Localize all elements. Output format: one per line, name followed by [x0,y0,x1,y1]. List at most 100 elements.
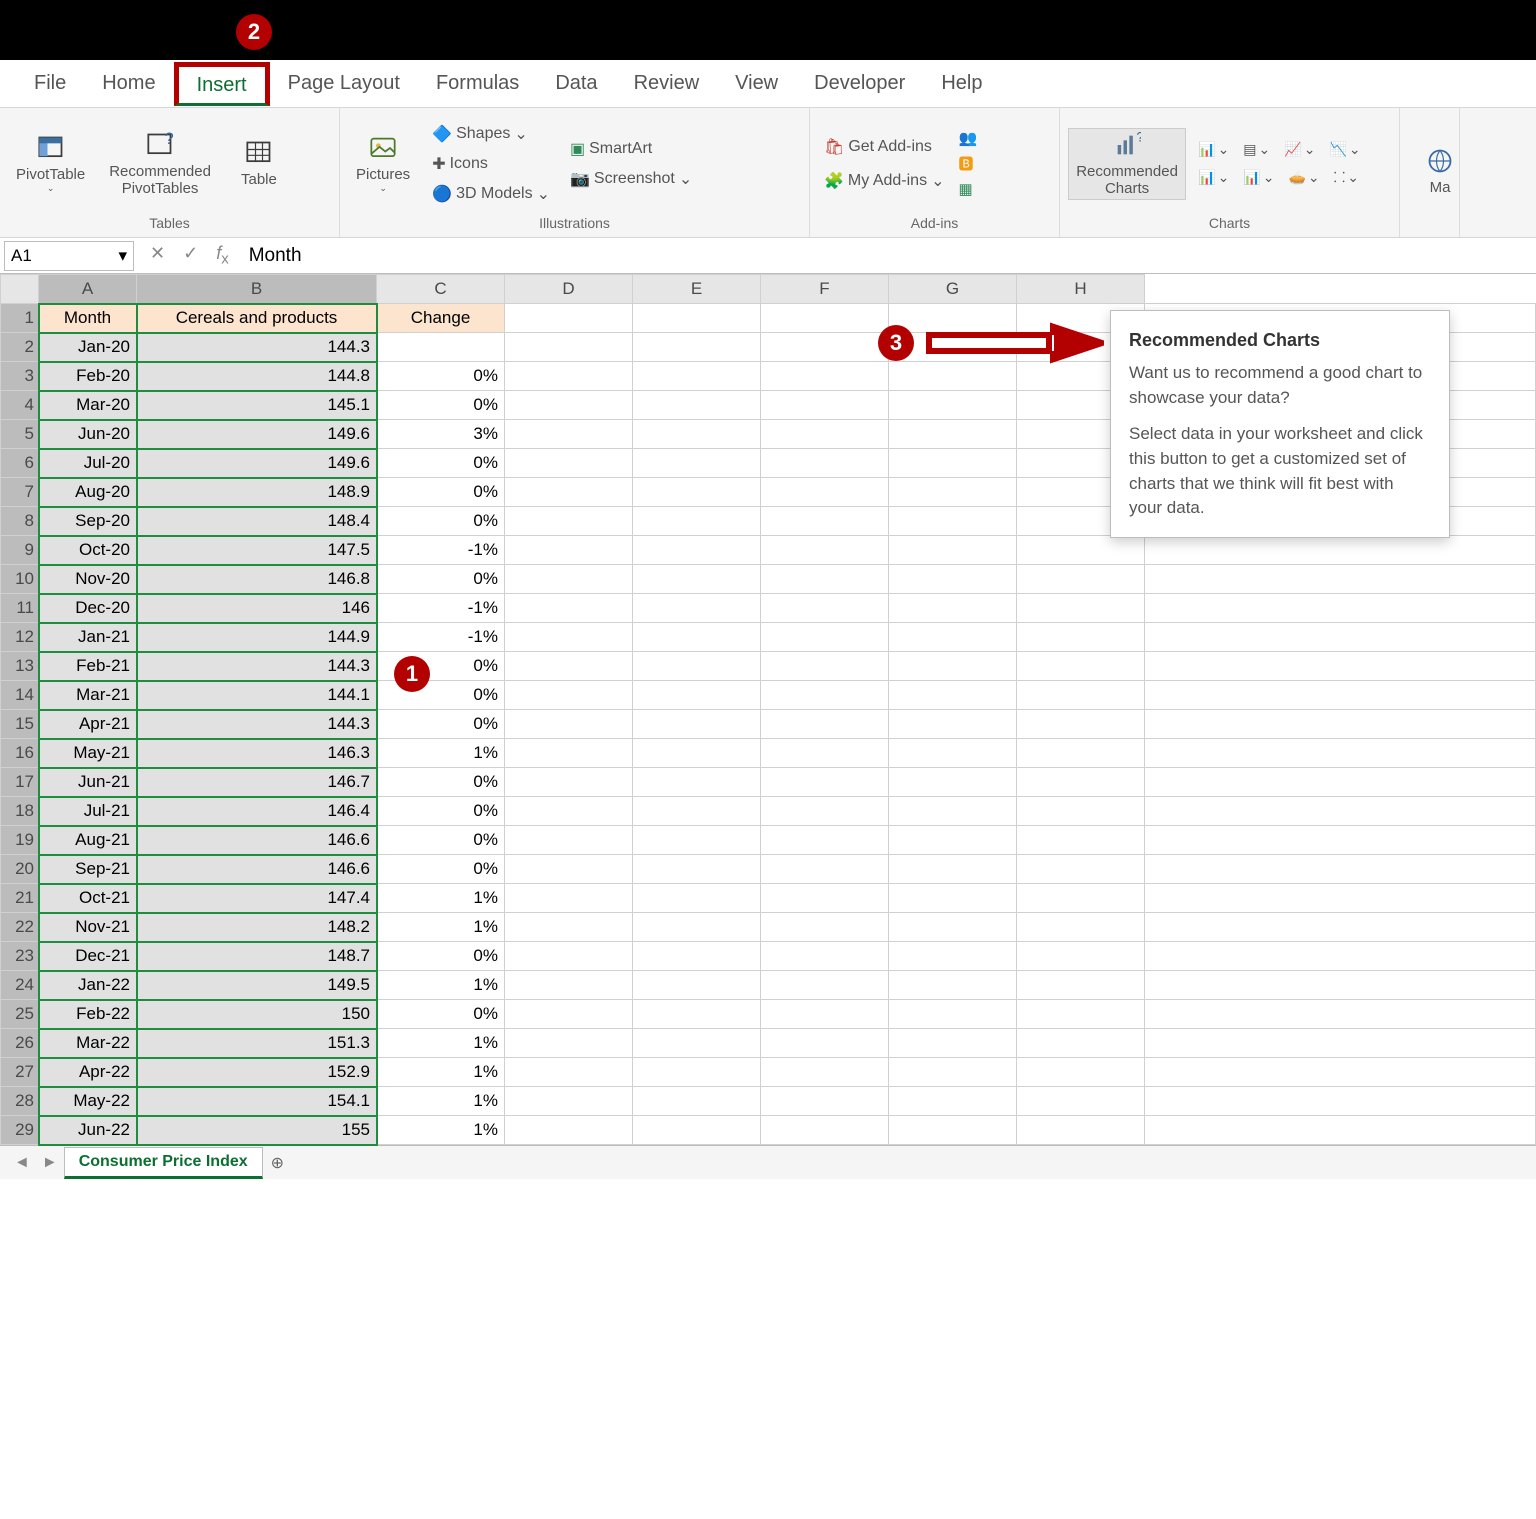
cell[interactable]: -1% [377,536,505,565]
cell[interactable] [889,884,1017,913]
cell[interactable] [1145,739,1536,768]
cell[interactable] [1017,623,1145,652]
cell[interactable] [1017,594,1145,623]
cell[interactable]: 148.4 [137,507,377,536]
cell[interactable] [889,565,1017,594]
row-header[interactable]: 19 [1,826,39,855]
tab-developer[interactable]: Developer [796,64,923,103]
cell[interactable] [1145,623,1536,652]
cell[interactable] [889,739,1017,768]
cell[interactable] [1145,768,1536,797]
col-header-B[interactable]: B [137,275,377,304]
cell[interactable] [1017,652,1145,681]
row-header[interactable]: 2 [1,333,39,362]
cell[interactable]: 0% [377,1000,505,1029]
get-addins-button[interactable]: 🛍Get Add-ins [818,133,950,161]
cell[interactable] [633,681,761,710]
cell[interactable]: 1% [377,1116,505,1145]
cell[interactable]: 147.5 [137,536,377,565]
cell[interactable] [633,420,761,449]
table-row[interactable]: 14Mar-21144.10% [1,681,1536,710]
cell[interactable] [505,1058,633,1087]
cell[interactable]: 150 [137,1000,377,1029]
col-header-G[interactable]: G [889,275,1017,304]
row-header[interactable]: 18 [1,797,39,826]
cell[interactable] [505,652,633,681]
scatter-chart-button[interactable]: ⸬⌄ [1330,166,1363,189]
cell[interactable] [761,681,889,710]
cell[interactable] [889,652,1017,681]
cell[interactable] [1145,826,1536,855]
cell[interactable] [1017,884,1145,913]
cell[interactable] [633,971,761,1000]
row-header[interactable]: 9 [1,536,39,565]
cell[interactable] [633,739,761,768]
cell[interactable] [761,507,889,536]
cell[interactable] [505,391,633,420]
tab-home[interactable]: Home [84,64,173,103]
col-header-E[interactable]: E [633,275,761,304]
cell[interactable]: 148.2 [137,913,377,942]
cell[interactable] [761,768,889,797]
cell[interactable]: 152.9 [137,1058,377,1087]
row-header[interactable]: 1 [1,304,39,333]
cell[interactable]: 0% [377,507,505,536]
table-row[interactable]: 25Feb-221500% [1,1000,1536,1029]
cell[interactable] [761,884,889,913]
cell[interactable]: 144.3 [137,710,377,739]
cell[interactable] [1017,1087,1145,1116]
cell[interactable]: 146.8 [137,565,377,594]
cell[interactable] [633,507,761,536]
cell[interactable] [1145,971,1536,1000]
cell[interactable] [633,1000,761,1029]
table-row[interactable]: 13Feb-21144.30% [1,652,1536,681]
cell[interactable]: 146.6 [137,826,377,855]
cell[interactable] [1017,565,1145,594]
row-header[interactable]: 14 [1,681,39,710]
table-row[interactable]: 24Jan-22149.51% [1,971,1536,1000]
cell[interactable]: 0% [377,565,505,594]
cell[interactable] [1017,971,1145,1000]
cell[interactable] [633,797,761,826]
cell[interactable] [633,449,761,478]
cell[interactable]: Jan-20 [39,333,137,362]
line-chart-button[interactable]: 📉⌄ [1325,139,1364,160]
cell[interactable]: Apr-21 [39,710,137,739]
col-header-C[interactable]: C [377,275,505,304]
cell[interactable] [1145,1116,1536,1145]
cell[interactable]: 146.4 [137,797,377,826]
cell[interactable] [761,623,889,652]
3d-models-button[interactable]: 🔵3D Models ⌄ [426,180,556,208]
cell[interactable]: Dec-20 [39,594,137,623]
cell[interactable]: 155 [137,1116,377,1145]
cell[interactable]: Jun-21 [39,768,137,797]
table-row[interactable]: 26Mar-22151.31% [1,1029,1536,1058]
row-header[interactable]: 26 [1,1029,39,1058]
cell[interactable]: 3% [377,420,505,449]
cell[interactable] [761,362,889,391]
cell[interactable]: 1% [377,1087,505,1116]
cell[interactable]: May-21 [39,739,137,768]
pictures-button[interactable]: Pictures⌄ [348,132,418,196]
cell[interactable] [1145,1087,1536,1116]
cell[interactable]: 0% [377,826,505,855]
cell[interactable]: Sep-20 [39,507,137,536]
cell[interactable] [889,681,1017,710]
cell[interactable]: 0% [377,710,505,739]
cell[interactable] [761,1000,889,1029]
cell[interactable] [889,536,1017,565]
cell[interactable]: 144.3 [137,333,377,362]
cell[interactable] [889,1029,1017,1058]
table-row[interactable]: 21Oct-21147.41% [1,884,1536,913]
table-row[interactable]: 29Jun-221551% [1,1116,1536,1145]
select-all-corner[interactable] [1,275,39,304]
maps-button[interactable]: Ma [1408,145,1472,198]
table-row[interactable]: 27Apr-22152.91% [1,1058,1536,1087]
cell[interactable] [761,913,889,942]
col-header-A[interactable]: A [39,275,137,304]
cell[interactable] [1145,855,1536,884]
cell[interactable]: -1% [377,623,505,652]
table-row[interactable]: 16May-21146.31% [1,739,1536,768]
cell[interactable] [761,1087,889,1116]
cell[interactable] [633,652,761,681]
